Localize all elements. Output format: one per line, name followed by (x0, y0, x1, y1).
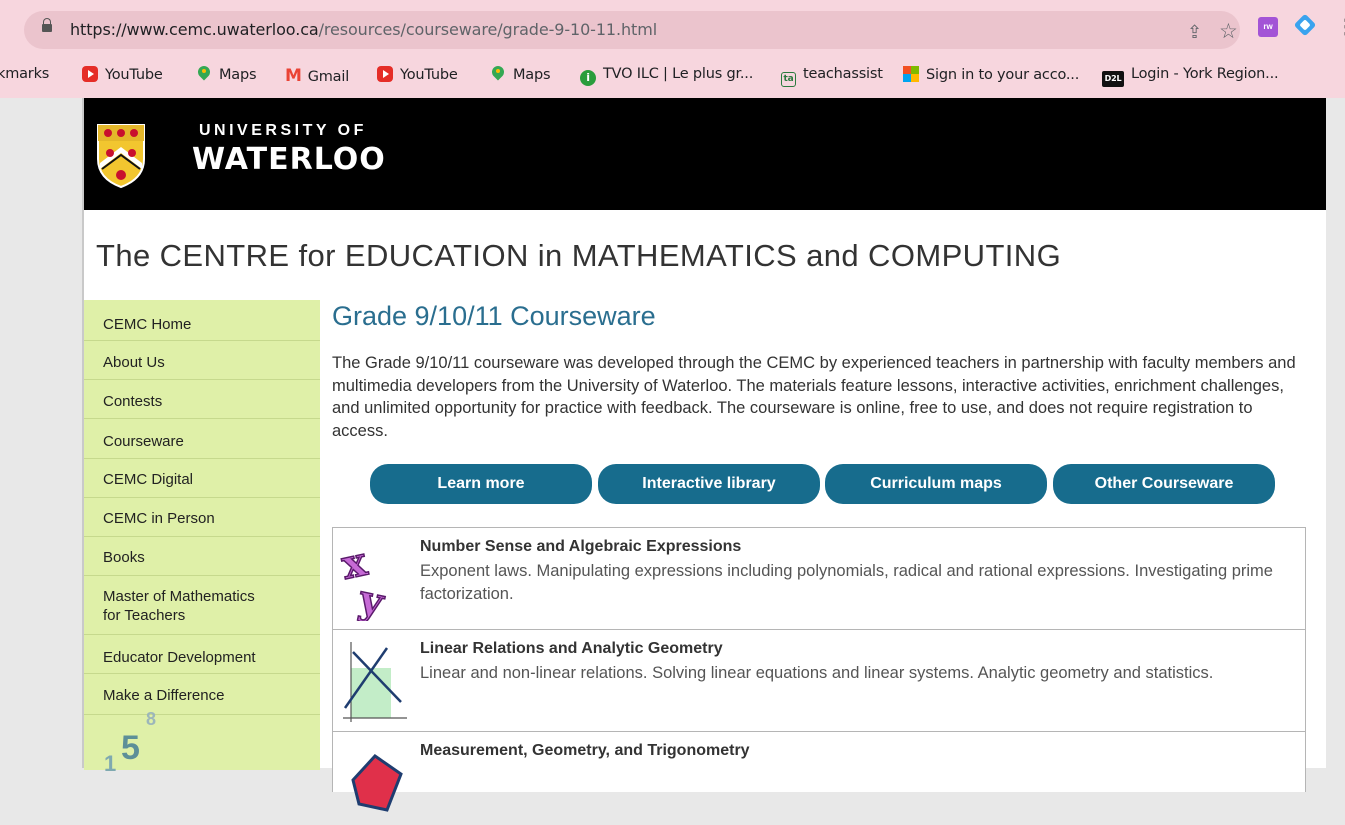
bookmark-d2l[interactable]: D2L Login - York Region... (1102, 66, 1279, 87)
section-title[interactable]: Number Sense and Algebraic Expressions (420, 538, 741, 556)
d2l-icon: D2L (1102, 71, 1124, 87)
share-icon[interactable]: ⇪ (1187, 22, 1202, 43)
xy-algebra-icon: x y (339, 537, 390, 621)
curriculum-maps-button[interactable]: Curriculum maps (825, 464, 1047, 504)
bookmark-all-bookmarks[interactable]: kmarks (0, 66, 49, 82)
sidebar-item-about-us[interactable]: About Us (84, 341, 320, 380)
learn-more-button[interactable]: Learn more (370, 464, 592, 504)
sidebar-item-cemc-home[interactable]: CEMC Home (84, 300, 320, 341)
sidebar-item-courseware[interactable]: Courseware (84, 419, 320, 459)
bookmark-tvo[interactable]: i TVO ILC | Le plus gr... (580, 66, 753, 86)
youtube-icon (377, 66, 393, 82)
bookmark-maps[interactable]: Maps (196, 66, 257, 83)
maps-icon (196, 66, 212, 82)
section-title[interactable]: Linear Relations and Analytic Geometry (420, 640, 723, 658)
page-viewport: UNIVERSITY OF WATERLOO The CENTRE for ED… (0, 98, 1345, 812)
section-description: Linear and non-linear relations. Solving… (420, 664, 1214, 682)
extension-rw-icon[interactable]: rw (1258, 17, 1278, 37)
bookmark-gmail[interactable]: M Gmail (285, 66, 349, 86)
chrome-menu-icon[interactable]: ⋮ (1336, 14, 1345, 39)
microsoft-icon (903, 66, 919, 82)
university-of-label: UNIVERSITY OF (199, 122, 367, 139)
site-title[interactable]: The CENTRE for EDUCATION in MATHEMATICS … (96, 238, 1061, 274)
intro-paragraph: The Grade 9/10/11 courseware was develop… (332, 354, 1296, 440)
bookmark-star-icon[interactable]: ☆ (1219, 19, 1238, 44)
other-courseware-button[interactable]: Other Courseware (1053, 464, 1275, 504)
waterloo-wordmark[interactable]: WATERLOO (192, 142, 386, 177)
bookmarks-bar: kmarks YouTube Maps M Gmail YouTube Maps … (0, 60, 1345, 90)
tvo-icon: i (580, 70, 596, 86)
sidebar-item-make-a-difference[interactable]: Make a Difference (84, 674, 320, 715)
section-number-sense[interactable]: x y Number Sense and Algebraic Expressio… (332, 527, 1306, 630)
page-content: UNIVERSITY OF WATERLOO The CENTRE for ED… (84, 98, 1326, 812)
sidebar-item-contests[interactable]: Contests (84, 380, 320, 419)
graph-lines-icon (343, 642, 407, 722)
sidebar-item-educator-development[interactable]: Educator Development (84, 635, 320, 674)
bookmark-maps-2[interactable]: Maps (490, 66, 551, 83)
numbers-decoration: 1 5 8 (104, 709, 157, 776)
teachassist-icon: ta (781, 72, 796, 87)
bookmark-teachassist[interactable]: ta teachassist (781, 66, 883, 87)
lock-icon[interactable] (42, 18, 52, 32)
section-linear-relations[interactable]: Linear Relations and Analytic Geometry L… (332, 629, 1306, 732)
sidebar-item-cemc-digital[interactable]: CEMC Digital (84, 459, 320, 498)
sidebar-item-books[interactable]: Books (84, 537, 320, 576)
bookmark-youtube-2[interactable]: YouTube (377, 66, 458, 83)
sidebar-item-master-of-mathematics[interactable]: Master of Mathematics for Teachers (84, 576, 320, 635)
sidebar-item-cemc-in-person[interactable]: CEMC in Person (84, 498, 320, 537)
uwaterloo-banner: UNIVERSITY OF WATERLOO (84, 98, 1326, 210)
sidebar-nav: CEMC Home About Us Contests Courseware C… (84, 300, 320, 776)
address-bar[interactable]: https://www.cemc.uwaterloo.ca/resources/… (24, 11, 1240, 49)
extension-diamond-icon[interactable] (1293, 13, 1317, 37)
uwaterloo-crest-icon[interactable] (96, 123, 146, 189)
youtube-icon (82, 66, 98, 82)
gmail-icon: M (285, 66, 302, 86)
maps-icon (490, 66, 506, 82)
bookmark-microsoft-signin[interactable]: Sign in to your acco... (903, 66, 1079, 83)
interactive-library-button[interactable]: Interactive library (598, 464, 820, 504)
browser-chrome: https://www.cemc.uwaterloo.ca/resources/… (0, 0, 1345, 98)
trig-shape-icon (351, 754, 403, 812)
url-text[interactable]: https://www.cemc.uwaterloo.ca/resources/… (70, 20, 657, 39)
section-title[interactable]: Measurement, Geometry, and Trigonometry (420, 742, 750, 760)
page-title: Grade 9/10/11 Courseware (332, 301, 656, 331)
section-measurement-geometry[interactable]: Measurement, Geometry, and Trigonometry (332, 731, 1306, 812)
bookmark-youtube[interactable]: YouTube (82, 66, 163, 83)
section-description: Exponent laws. Manipulating expressions … (420, 562, 1273, 603)
